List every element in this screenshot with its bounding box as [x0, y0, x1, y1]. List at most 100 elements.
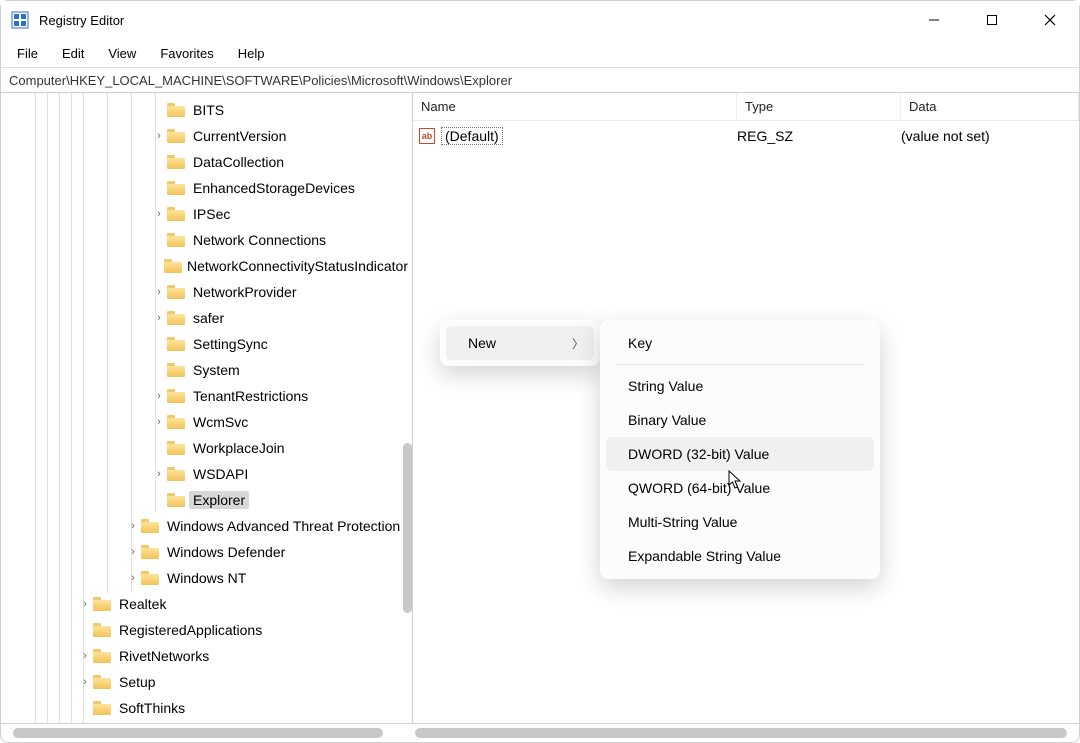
tree-item-label: BITS	[189, 101, 228, 119]
expander-icon[interactable]: ›	[151, 416, 167, 428]
window-controls	[905, 1, 1079, 39]
context-submenu-new: Key String Value Binary Value DWORD (32-bit…	[600, 320, 880, 579]
tree-item-label: WorkplaceJoin	[189, 439, 289, 457]
context-item[interactable]: String Value	[606, 369, 874, 403]
bottom-scrollbars	[1, 724, 1079, 742]
tree-item-label: WSDAPI	[189, 465, 252, 483]
expander-icon[interactable]: ›	[125, 520, 141, 532]
minimize-button[interactable]	[905, 1, 963, 39]
tree-item-label: SettingSync	[189, 335, 272, 353]
window-title: Registry Editor	[39, 13, 124, 28]
tree-item[interactable]: System	[1, 357, 412, 383]
registry-tree[interactable]: BITS › CurrentVersion DataCollection Enhance…	[1, 93, 412, 721]
expander-icon[interactable]: ›	[151, 286, 167, 298]
expander-icon[interactable]: ›	[77, 598, 93, 610]
tree-item[interactable]: ›RivetNetworks	[1, 643, 412, 669]
folder-icon	[93, 597, 111, 611]
tree-item-label: EnhancedStorageDevices	[189, 179, 359, 197]
menu-edit[interactable]: Edit	[52, 42, 94, 65]
expander-icon[interactable]: ›	[151, 390, 167, 402]
tree-item-label: Network Connections	[189, 231, 330, 249]
context-item-label: DWORD (32-bit) Value	[628, 446, 769, 462]
tree-item-label: CurrentVersion	[189, 127, 290, 145]
menu-favorites[interactable]: Favorites	[150, 42, 223, 65]
expander-icon[interactable]: ›	[151, 208, 167, 220]
folder-icon	[167, 415, 185, 429]
tree-item[interactable]: ›NetworkProvider	[1, 279, 412, 305]
tree-item-label: safer	[189, 309, 228, 327]
expander-icon[interactable]: ›	[77, 650, 93, 662]
folder-icon	[141, 545, 159, 559]
context-item[interactable]: Binary Value	[606, 403, 874, 437]
string-value-icon: ab	[419, 128, 435, 144]
expander-icon[interactable]: ›	[151, 130, 167, 142]
tree-item[interactable]: ›TenantRestrictions	[1, 383, 412, 409]
tree-item[interactable]: ›Windows NT	[1, 565, 412, 591]
col-header-type[interactable]: Type	[737, 93, 901, 120]
expander-icon[interactable]: ›	[125, 572, 141, 584]
tree-item[interactable]: NetworkConnectivityStatusIndicator	[1, 253, 412, 279]
app-icon	[11, 11, 29, 29]
tree-item[interactable]: › safer	[1, 305, 412, 331]
tree-item[interactable]: Explorer	[1, 487, 412, 513]
context-item-new[interactable]: New 〉	[446, 326, 594, 360]
value-data: (value not set)	[901, 128, 1079, 144]
menu-view[interactable]: View	[98, 42, 146, 65]
tree-item[interactable]: DataCollection	[1, 149, 412, 175]
tree-item[interactable]: ›Windows Defender	[1, 539, 412, 565]
tree-item[interactable]: ›WcmSvc	[1, 409, 412, 435]
folder-icon	[167, 285, 185, 299]
context-item[interactable]: QWORD (64-bit) Value	[606, 471, 874, 505]
tree-item[interactable]: WorkplaceJoin	[1, 435, 412, 461]
expander-icon[interactable]: ›	[151, 468, 167, 480]
folder-icon	[167, 311, 185, 325]
tree-item[interactable]: SoftThinks	[1, 695, 412, 721]
values-header: Name Type Data	[413, 93, 1079, 121]
tree-item[interactable]: EnhancedStorageDevices	[1, 175, 412, 201]
maximize-button[interactable]	[963, 1, 1021, 39]
tree-item-label: IPSec	[189, 205, 234, 223]
folder-icon	[167, 155, 185, 169]
tree-item[interactable]: ›Realtek	[1, 591, 412, 617]
expander-icon[interactable]: ›	[77, 676, 93, 688]
tree-item[interactable]: BITS	[1, 97, 412, 123]
tree-item[interactable]: › Windows Advanced Threat Protection	[1, 513, 412, 539]
value-row[interactable]: ab (Default) REG_SZ (value not set)	[413, 123, 1079, 149]
value-type: REG_SZ	[737, 128, 901, 144]
tree-horizontal-scrollbar[interactable]	[13, 728, 383, 738]
col-header-data[interactable]: Data	[901, 93, 1079, 120]
col-header-name[interactable]: Name	[413, 93, 737, 120]
address-path: Computer\HKEY_LOCAL_MACHINE\SOFTWARE\Pol…	[9, 73, 512, 88]
folder-icon	[167, 389, 185, 403]
main-panes: BITS › CurrentVersion DataCollection Enhance…	[1, 93, 1079, 724]
menu-help[interactable]: Help	[228, 42, 275, 65]
tree-item[interactable]: › CurrentVersion	[1, 123, 412, 149]
context-item[interactable]: Key	[606, 326, 874, 360]
folder-icon	[167, 441, 185, 455]
folder-icon	[167, 337, 185, 351]
tree-item-label: SoftThinks	[115, 699, 189, 717]
context-item[interactable]: Multi-String Value	[606, 505, 874, 539]
tree-item[interactable]: › IPSec	[1, 201, 412, 227]
folder-icon	[167, 103, 185, 117]
tree-item[interactable]: RegisteredApplications	[1, 617, 412, 643]
folder-icon	[167, 467, 185, 481]
list-horizontal-scrollbar[interactable]	[415, 728, 1067, 738]
context-item-label: String Value	[628, 378, 703, 394]
menu-file[interactable]: File	[7, 42, 48, 65]
folder-icon	[167, 207, 185, 221]
tree-vertical-scrollbar[interactable]	[403, 443, 412, 613]
title-bar: Registry Editor	[1, 1, 1079, 39]
expander-icon[interactable]: ›	[125, 546, 141, 558]
context-item[interactable]: Expandable String Value	[606, 539, 874, 573]
folder-icon	[167, 181, 185, 195]
tree-item[interactable]: SettingSync	[1, 331, 412, 357]
tree-item[interactable]: › WSDAPI	[1, 461, 412, 487]
tree-item[interactable]: ›Setup	[1, 669, 412, 695]
close-button[interactable]	[1021, 1, 1079, 39]
tree-item[interactable]: Network Connections	[1, 227, 412, 253]
address-bar[interactable]: Computer\HKEY_LOCAL_MACHINE\SOFTWARE\Pol…	[1, 67, 1079, 93]
context-item[interactable]: DWORD (32-bit) Value	[606, 437, 874, 471]
expander-icon[interactable]: ›	[151, 312, 167, 324]
tree-item-label: Windows Advanced Threat Protection	[163, 517, 404, 535]
